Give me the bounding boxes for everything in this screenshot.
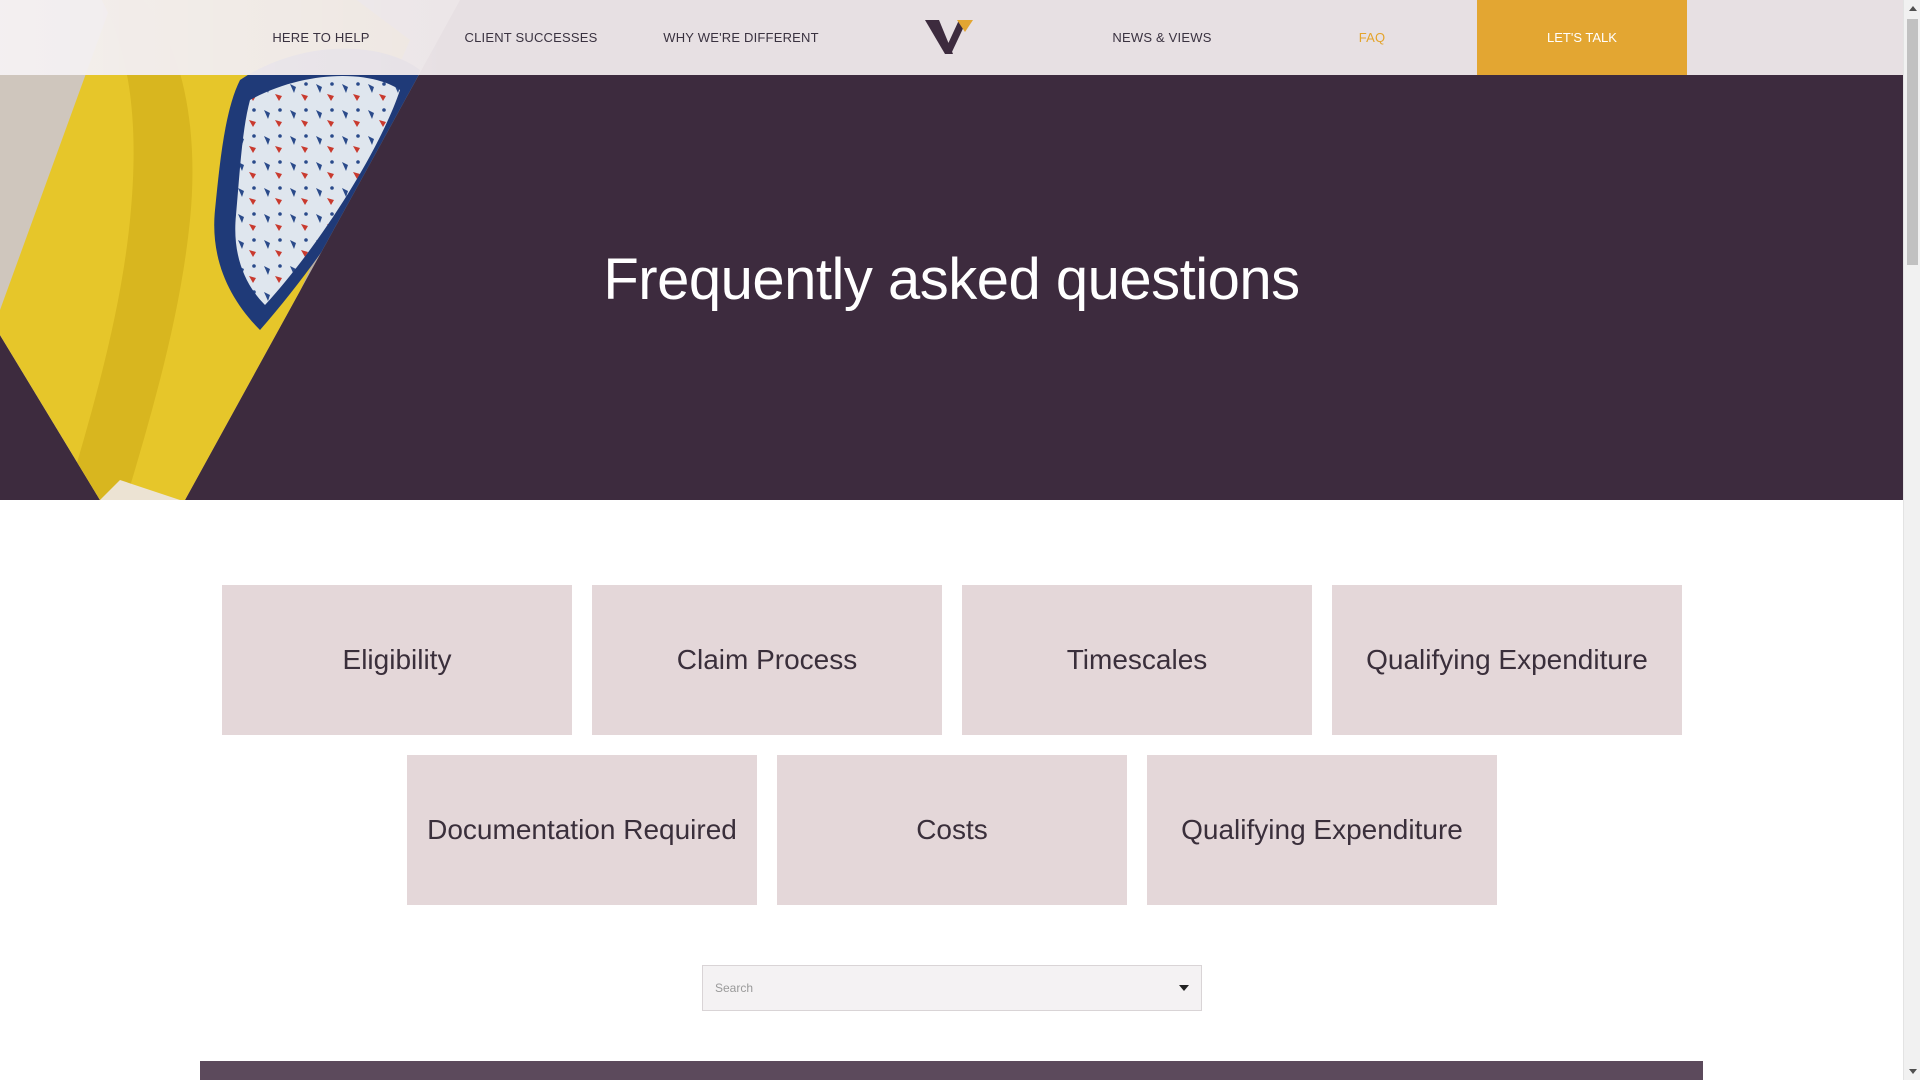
page-scrollbar[interactable] bbox=[1903, 0, 1920, 1080]
faq-category-qualifying-expenditure-2[interactable]: Qualifying Expenditure bbox=[1147, 755, 1497, 905]
scroll-up-arrow-icon[interactable] bbox=[1904, 0, 1920, 17]
hero-banner: Frequently asked questions bbox=[0, 0, 1903, 500]
nav-faq[interactable]: FAQ bbox=[1287, 0, 1457, 75]
faq-category-costs[interactable]: Costs bbox=[777, 755, 1127, 905]
search-input[interactable] bbox=[715, 981, 1155, 995]
faq-search-select[interactable] bbox=[702, 965, 1202, 1011]
lets-talk-button[interactable]: LET'S TALK bbox=[1477, 0, 1687, 75]
faq-results-band bbox=[200, 1061, 1703, 1080]
faq-category-claim-process[interactable]: Claim Process bbox=[592, 585, 942, 735]
site-header: HERE TO HELP CLIENT SUCCESSES WHY WE'RE … bbox=[0, 0, 1903, 75]
scrollbar-thumb[interactable] bbox=[1907, 19, 1918, 265]
nav-here-to-help[interactable]: HERE TO HELP bbox=[236, 0, 406, 75]
faq-category-qualifying-expenditure[interactable]: Qualifying Expenditure bbox=[1332, 585, 1682, 735]
scroll-down-arrow-icon[interactable] bbox=[1904, 1063, 1920, 1080]
page-title: Frequently asked questions bbox=[603, 247, 1300, 312]
nav-news-views[interactable]: NEWS & VIEWS bbox=[1077, 0, 1247, 75]
chevron-down-icon[interactable] bbox=[1179, 985, 1189, 991]
faq-category-timescales[interactable]: Timescales bbox=[962, 585, 1312, 735]
page-viewport: Frequently asked questions HERE TO HELP … bbox=[0, 0, 1903, 1080]
v-logo-icon[interactable] bbox=[925, 18, 975, 56]
faq-category-eligibility[interactable]: Eligibility bbox=[222, 585, 572, 735]
nav-why-different[interactable]: WHY WE'RE DIFFERENT bbox=[656, 0, 826, 75]
nav-client-successes[interactable]: CLIENT SUCCESSES bbox=[446, 0, 616, 75]
faq-category-documentation-required[interactable]: Documentation Required bbox=[407, 755, 757, 905]
